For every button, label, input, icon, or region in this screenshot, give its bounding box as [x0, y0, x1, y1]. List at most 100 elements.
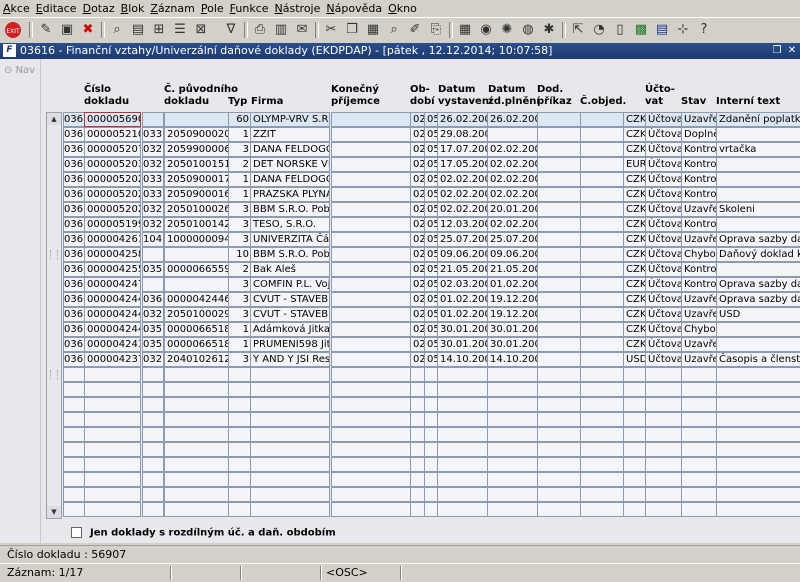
cell-puvodni-org[interactable]: 032	[142, 352, 164, 367]
cell-prikaz[interactable]	[537, 382, 582, 397]
cell-vystaveni[interactable]: 30.01.2006	[437, 337, 488, 352]
cell-prijemce[interactable]	[331, 442, 411, 457]
cell-firma[interactable]	[250, 397, 330, 412]
cell-puvodni-org[interactable]	[142, 367, 164, 382]
cell-plneni[interactable]: 14.10.2005	[487, 352, 539, 367]
empty-row[interactable]	[63, 487, 800, 502]
cell-stav[interactable]	[681, 487, 718, 502]
cell-firma[interactable]: PRUMENI598 Jitka	[250, 337, 330, 352]
cell-mena[interactable]: CZK	[623, 127, 647, 142]
cell-plneni[interactable]: 25.07.2006	[487, 232, 539, 247]
menu-item[interactable]: Nápověda	[323, 0, 385, 15]
cell-mena[interactable]: CZK	[623, 292, 647, 307]
cell-prijemce[interactable]	[331, 367, 411, 382]
cell-stav[interactable]: Chybový	[681, 247, 718, 262]
cell-puvodni-org[interactable]: 032	[142, 157, 164, 172]
cell-uctovat[interactable]: Účtovat	[645, 262, 682, 277]
cell-org[interactable]	[63, 502, 85, 517]
cell-plneni[interactable]	[487, 502, 539, 517]
cell-org[interactable]: 036	[63, 232, 85, 247]
cell-org[interactable]: 036	[63, 292, 85, 307]
cell-cislo-dokladu[interactable]: 0000052025	[84, 187, 141, 202]
paste-icon[interactable]: ▦	[364, 21, 382, 39]
cell-org[interactable]: 036	[63, 247, 85, 262]
cell-stav[interactable]	[681, 442, 718, 457]
cell-prijemce[interactable]	[331, 382, 411, 397]
cell-uctovat[interactable]	[645, 427, 682, 442]
cell-objednavka[interactable]	[580, 412, 625, 427]
cell-interni-text[interactable]	[716, 367, 800, 382]
cell-puvodni-org[interactable]: 036	[142, 292, 164, 307]
cell-objednavka[interactable]	[580, 262, 625, 277]
cell-firma[interactable]	[250, 487, 330, 502]
lock-icon[interactable]: ⊠	[192, 21, 210, 39]
cell-plneni[interactable]	[487, 442, 539, 457]
cell-puvodni-org[interactable]	[142, 112, 164, 127]
cell-firma[interactable]	[250, 472, 330, 487]
cell-plneni[interactable]: 02.02.2005	[487, 187, 539, 202]
cell-interni-text[interactable]: Časopis a členství	[716, 352, 800, 367]
cell-plneni[interactable]	[487, 427, 539, 442]
cell-objednavka[interactable]	[580, 352, 625, 367]
cell-puvodni-doklad[interactable]: 2050900016	[164, 187, 229, 202]
cell-prikaz[interactable]	[537, 367, 582, 382]
cell-plneni[interactable]: 20.01.2005	[487, 202, 539, 217]
cell-stav[interactable]: Uzavřen	[681, 307, 718, 322]
cell-vystaveni[interactable]: 29.08.2007	[437, 127, 488, 142]
cell-interni-text[interactable]	[716, 187, 800, 202]
cell-typ[interactable]	[228, 367, 252, 382]
cell-prikaz[interactable]	[537, 217, 582, 232]
empty-row[interactable]	[63, 397, 800, 412]
cell-vystaveni[interactable]: 01.02.2006	[437, 292, 488, 307]
table-row[interactable]: 036000004244703600000424463CVUT - STAVEB…	[63, 292, 800, 307]
scroll-up-icon[interactable]: ▲	[47, 113, 61, 125]
cell-typ[interactable]: 2	[228, 262, 252, 277]
cell-cislo-dokladu[interactable]	[84, 487, 141, 502]
copy-icon[interactable]: ❐	[343, 21, 361, 39]
cell-uctovat[interactable]: Účtovat	[645, 337, 682, 352]
cell-mena[interactable]: CZK	[623, 142, 647, 157]
cell-org[interactable]: 036	[63, 277, 85, 292]
cell-firma[interactable]	[250, 457, 330, 472]
cell-org[interactable]: 036	[63, 262, 85, 277]
cell-prijemce[interactable]	[331, 457, 411, 472]
cell-stav[interactable]	[681, 367, 718, 382]
cell-firma[interactable]: BBM S.R.O. Pobočk	[250, 202, 330, 217]
cell-vystaveni[interactable]: 09.06.2006	[437, 247, 488, 262]
cell-uctovat[interactable]	[645, 367, 682, 382]
cell-org[interactable]: 036	[63, 217, 85, 232]
cell-vystaveni[interactable]: 30.01.2006	[437, 322, 488, 337]
cell-stav[interactable]	[681, 397, 718, 412]
cell-cislo-dokladu[interactable]: 0000052031	[84, 157, 141, 172]
cut-icon[interactable]: ✂	[322, 21, 340, 39]
cell-typ[interactable]: 3	[228, 217, 252, 232]
table-row[interactable]: 03600000424723COMFIN P.L. Vojtěc020502.0…	[63, 277, 800, 292]
cell-typ[interactable]: 3	[228, 142, 252, 157]
cell-stav[interactable]	[681, 382, 718, 397]
empty-row[interactable]	[63, 382, 800, 397]
search-icon[interactable]: ⌕	[385, 21, 403, 39]
cell-uctovat[interactable]	[645, 457, 682, 472]
cell-org[interactable]: 036	[63, 187, 85, 202]
cell-mena[interactable]	[623, 442, 647, 457]
cell-cislo-dokladu[interactable]: 0000042446	[84, 307, 141, 322]
cell-uctovat[interactable]: Účtovat	[645, 307, 682, 322]
cell-org[interactable]: 036	[63, 202, 85, 217]
cell-mena[interactable]: USD	[623, 352, 647, 367]
cell-plneni[interactable]: 26.02.2008	[487, 112, 539, 127]
cell-mena[interactable]	[623, 427, 647, 442]
cell-typ[interactable]: 3	[228, 307, 252, 322]
cell-objednavka[interactable]	[580, 457, 625, 472]
cell-objednavka[interactable]	[580, 367, 625, 382]
cell-mena[interactable]: CZK	[623, 187, 647, 202]
cell-firma[interactable]	[250, 412, 330, 427]
cell-interni-text[interactable]	[716, 172, 800, 187]
cell-prijemce[interactable]	[331, 292, 411, 307]
different-period-filter[interactable]: Jen doklady s rozdílným úč. a daň. obdob…	[71, 527, 336, 539]
cell-objednavka[interactable]	[580, 277, 625, 292]
cell-vystaveni[interactable]	[437, 397, 488, 412]
cell-cislo-dokladu[interactable]: 0000051996	[84, 217, 141, 232]
cell-org[interactable]: 036	[63, 142, 85, 157]
cell-cislo-dokladu[interactable]	[84, 472, 141, 487]
cell-mena[interactable]	[623, 412, 647, 427]
